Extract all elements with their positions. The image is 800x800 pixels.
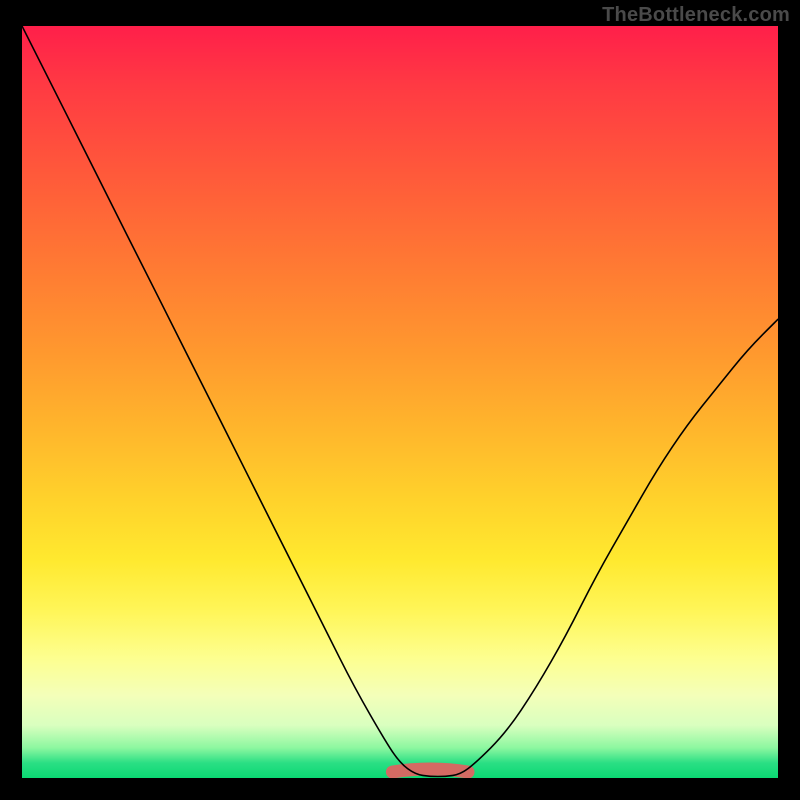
watermark-text: TheBottleneck.com [602, 4, 790, 27]
plot-area [22, 26, 778, 778]
chart-frame: TheBottleneck.com [0, 0, 800, 800]
curve-svg [22, 26, 778, 778]
bottleneck-curve [22, 26, 778, 777]
valley-bump [392, 769, 468, 772]
